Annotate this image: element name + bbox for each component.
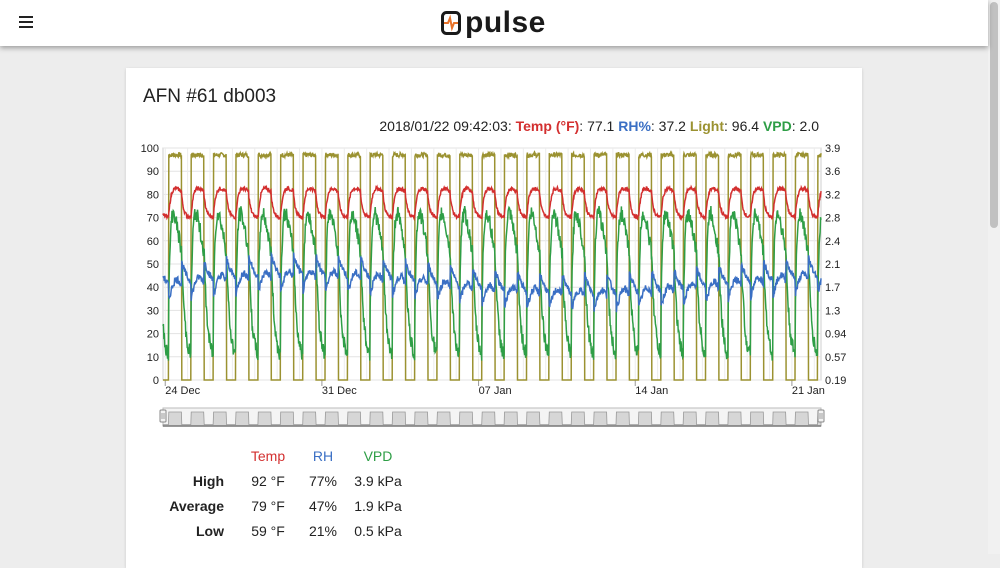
navigator-handle-right[interactable] bbox=[817, 409, 825, 423]
stats-header-temp: Temp bbox=[250, 447, 286, 464]
stats-row-low: Low 59 °F 21% 0.5 kPa bbox=[166, 518, 408, 543]
series-temp-line bbox=[162, 184, 822, 222]
y-left-tick-label: 100 bbox=[141, 143, 159, 155]
y-left-tick-label: 90 bbox=[147, 166, 159, 178]
y-right-tick-label: 2.4 bbox=[825, 236, 840, 248]
y-left-tick-label: 20 bbox=[147, 329, 159, 341]
readout-temp-value: : 77.1 bbox=[579, 118, 615, 134]
x-tick-label: 07 Jan bbox=[479, 385, 512, 397]
stats-rh-value: 47% bbox=[308, 497, 338, 514]
readout-vpd-value: : 2.0 bbox=[791, 118, 819, 134]
stats-header-row: Temp RH VPD bbox=[166, 443, 408, 468]
y-right-tick-label: 1.7 bbox=[825, 282, 840, 294]
pulse-logo-icon bbox=[441, 11, 461, 35]
y-right-tick-label: 3.2 bbox=[825, 189, 840, 201]
x-tick-label: 14 Jan bbox=[635, 385, 668, 397]
stats-row-high: High 92 °F 77% 3.9 kPa bbox=[166, 468, 408, 493]
y-left-tick-label: 0 bbox=[153, 375, 159, 387]
readout-light-label: Light bbox=[689, 118, 725, 134]
y-right-tick-label: 2.1 bbox=[825, 259, 840, 271]
y-right-tick-label: 3.9 bbox=[825, 143, 840, 155]
stats-vpd-value: 1.9 kPa bbox=[354, 497, 402, 514]
y-left-tick-label: 50 bbox=[147, 259, 159, 271]
stats-header-vpd: VPD bbox=[363, 447, 393, 464]
y-right-tick-label: 0.57 bbox=[825, 352, 846, 364]
stats-row-label: Low bbox=[196, 522, 224, 539]
series-rh-line bbox=[162, 251, 822, 313]
readout-timestamp: 2018/01/22 09:42:03: bbox=[379, 118, 512, 134]
y-left-tick-label: 60 bbox=[147, 236, 159, 248]
stats-row-average: Average 79 °F 47% 1.9 kPa bbox=[166, 493, 408, 518]
stats-temp-value: 79 °F bbox=[251, 497, 285, 514]
readout-rh-label: RH% bbox=[618, 118, 651, 134]
pulse-logo[interactable]: pulse bbox=[441, 6, 546, 40]
y-right-tick-label: 2.8 bbox=[825, 213, 840, 225]
logo-text: pulse bbox=[465, 6, 546, 39]
x-tick-label: 31 Dec bbox=[322, 385, 357, 397]
y-left-tick-label: 30 bbox=[147, 305, 159, 317]
stats-row-label: Average bbox=[169, 497, 224, 514]
readout-rh-value: : 37.2 bbox=[650, 118, 686, 134]
chart-readout: 2018/01/22 09:42:03: Temp (°F): 77.1 RH%… bbox=[379, 118, 819, 134]
navigator-handle-left[interactable] bbox=[159, 409, 167, 423]
menu-icon[interactable] bbox=[19, 16, 33, 28]
y-left-tick-label: 80 bbox=[147, 189, 159, 201]
readout-light-value: : 96.4 bbox=[724, 118, 760, 134]
x-tick-label: 21 Jan bbox=[792, 385, 825, 397]
readout-vpd-label: VPD bbox=[762, 118, 792, 134]
y-left-tick-label: 70 bbox=[147, 213, 159, 225]
stats-rh-value: 21% bbox=[308, 522, 338, 539]
series-vpd-line bbox=[162, 205, 822, 361]
device-title: AFN #61 db003 bbox=[143, 86, 277, 107]
stats-vpd-value: 3.9 kPa bbox=[354, 472, 402, 489]
stats-table: Temp RH VPD High 92 °F 77% 3.9 kPa Avera… bbox=[166, 443, 408, 543]
top-app-bar: pulse bbox=[0, 0, 988, 46]
device-card: AFN #61 db003 2018/01/22 09:42:03: Temp … bbox=[126, 68, 862, 568]
stats-vpd-value: 0.5 kPa bbox=[354, 522, 402, 539]
readout-temp-label: Temp (°F) bbox=[515, 118, 580, 134]
stats-row-label: High bbox=[192, 472, 224, 489]
page-scrollbar[interactable] bbox=[988, 0, 1000, 554]
y-left-tick-label: 40 bbox=[147, 282, 159, 294]
y-right-tick-label: 1.3 bbox=[825, 305, 840, 317]
stats-temp-value: 59 °F bbox=[251, 522, 285, 539]
stats-rh-value: 77% bbox=[308, 472, 338, 489]
y-left-tick-label: 10 bbox=[147, 352, 159, 364]
y-right-tick-label: 0.94 bbox=[825, 329, 846, 341]
y-right-tick-label: 0.19 bbox=[825, 375, 846, 387]
stats-temp-value: 92 °F bbox=[251, 472, 285, 489]
stats-header-rh: RH bbox=[312, 447, 334, 464]
scrollbar-thumb[interactable] bbox=[990, 2, 998, 228]
y-right-tick-label: 3.6 bbox=[825, 166, 840, 178]
x-tick-label: 24 Dec bbox=[165, 385, 200, 397]
